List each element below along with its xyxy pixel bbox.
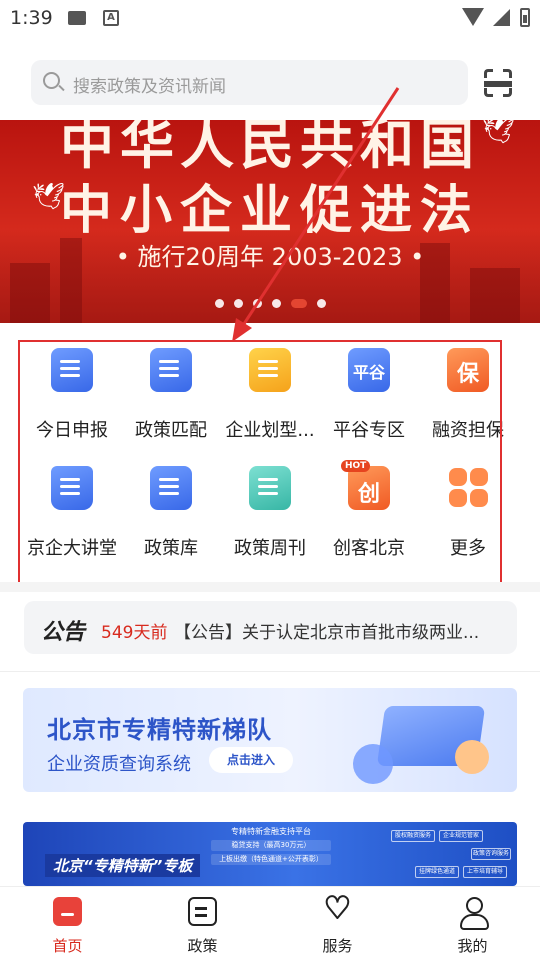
grid-item-enterprise-classify[interactable]: 企业划型... xyxy=(220,342,320,460)
search-placeholder: 搜索政策及资讯新闻 xyxy=(73,77,226,97)
status-bar: 1:39 A xyxy=(0,0,540,38)
grid-item-label: 京企大讲堂 xyxy=(27,538,117,559)
bookmark-document-icon xyxy=(249,466,291,510)
tab-policy[interactable]: 政策 xyxy=(135,887,270,961)
divider xyxy=(0,671,540,672)
wifi-icon xyxy=(462,8,484,26)
tab-label: 政策 xyxy=(187,937,218,955)
announcement-text: 【公告】关于认定北京市首批市级两业... xyxy=(174,623,480,643)
banner2-title: 北京“专精特新”专板 xyxy=(45,854,201,877)
book-icon xyxy=(51,466,93,510)
announcement-bar[interactable]: 公告 549天前 【公告】关于认定北京市首批市级两业... xyxy=(24,601,517,654)
grid-item-financing-guarantee[interactable]: 保 融资担保 xyxy=(418,342,518,460)
banner-carousel[interactable]: 🕊 🕊 中华人民共和国 中小企业促进法 • 施行20周年 2003-2023 • xyxy=(0,120,540,323)
banner2-chip: 挂牌绿色通道 xyxy=(415,866,459,878)
grid-item-policy-library[interactable]: 政策库 xyxy=(121,460,221,578)
announcement-tag: 公告 xyxy=(41,620,86,645)
banner2-center-title: 专精特新金融支持平台 xyxy=(231,827,311,836)
grid-item-label: 融资担保 xyxy=(432,420,504,441)
grid-more-icon xyxy=(447,466,489,510)
grid-item-policy-weekly[interactable]: 政策周刊 xyxy=(220,460,320,578)
search-input[interactable]: 搜索政策及资讯新闻 xyxy=(31,60,468,105)
home-icon xyxy=(53,897,82,926)
tab-label: 服务 xyxy=(322,937,353,955)
signal-icon xyxy=(493,9,510,26)
document-star-icon xyxy=(150,466,192,510)
scan-icon xyxy=(484,69,493,78)
bottom-tab-bar: 首页 政策 服务 我的 xyxy=(0,886,540,960)
announcement-age: 549天前 xyxy=(101,623,168,643)
service-heart-icon xyxy=(323,891,352,926)
grid-item-maker-beijing[interactable]: 创 HOT 创客北京 xyxy=(319,460,419,578)
guarantee-shield-icon: 保 xyxy=(447,348,489,392)
promo-title: 北京市专精特新梯队 xyxy=(47,716,272,744)
quick-access-grid: 今日申报 政策匹配 企业划型... 平谷 平谷专区 保 融资担保 京企大讲堂 政… xyxy=(22,342,518,582)
carousel-dot-active[interactable] xyxy=(290,299,307,308)
specialized-board-banner[interactable]: 专精特新金融支持平台 稳贷支持（最高30万元） 上板出缴（特色通道+公开表彰） … xyxy=(23,822,517,886)
carousel-dot[interactable] xyxy=(316,299,326,308)
keyboard-notification-icon: A xyxy=(103,10,119,26)
carousel-dot[interactable] xyxy=(271,299,281,308)
banner2-chip: 上市培育辅导 xyxy=(463,866,507,878)
promo-enter-button[interactable]: 点击进入 xyxy=(209,747,293,773)
banner2-chip: 政策咨询服务 xyxy=(471,848,511,860)
grid-item-today-declare[interactable]: 今日申报 xyxy=(22,342,122,460)
grid-item-policy-match[interactable]: 政策匹配 xyxy=(121,342,221,460)
chuang-hot-icon: 创 xyxy=(348,466,390,510)
promo-subtitle: 企业资质查询系统 xyxy=(47,754,191,775)
upload-document-icon xyxy=(51,348,93,392)
scan-button[interactable] xyxy=(484,69,512,97)
banner2-chip: 企业规范管家 xyxy=(439,830,483,842)
grid-item-label: 平谷专区 xyxy=(333,420,405,441)
grid-item-label: 创客北京 xyxy=(333,538,405,559)
banner2-center-line2: 上板出缴（特色通道+公开表彰） xyxy=(211,854,331,865)
carousel-dot[interactable] xyxy=(252,299,262,308)
tab-home[interactable]: 首页 xyxy=(0,887,135,961)
carousel-dot[interactable] xyxy=(214,299,224,308)
tab-label: 首页 xyxy=(52,937,83,955)
search-icon xyxy=(43,72,60,89)
promo-illustration xyxy=(353,700,503,784)
grid-item-label: 政策周刊 xyxy=(234,538,306,559)
grid-item-label: 企业划型... xyxy=(225,420,315,441)
banner-subtitle: • 施行20周年 2003-2023 • xyxy=(115,243,425,271)
carousel-indicator xyxy=(0,299,540,308)
pinggu-location-icon: 平谷 xyxy=(348,348,390,392)
open-book-icon xyxy=(150,348,192,392)
grid-item-more[interactable]: 更多 xyxy=(418,460,518,578)
grid-item-label: 政策匹配 xyxy=(135,420,207,441)
banner2-center-line1: 稳贷支持（最高30万元） xyxy=(211,840,331,851)
tab-label: 我的 xyxy=(457,937,488,955)
tab-mine[interactable]: 我的 xyxy=(405,887,540,961)
grid-item-label: 政策库 xyxy=(144,538,198,559)
status-time: 1:39 xyxy=(10,7,53,29)
banner2-chip: 股权融资服务 xyxy=(391,830,435,842)
grid-item-lecture-hall[interactable]: 京企大讲堂 xyxy=(22,460,122,578)
grid-item-label: 今日申报 xyxy=(36,420,108,441)
banner-title-line2: 中小企业促进法 xyxy=(59,181,480,241)
grid-item-label: 更多 xyxy=(450,538,486,559)
carousel-dot[interactable] xyxy=(233,299,243,308)
tab-service[interactable]: 服务 xyxy=(270,887,405,961)
battery-icon xyxy=(520,8,530,27)
section-separator xyxy=(0,582,540,592)
hot-badge: HOT xyxy=(341,460,371,472)
profile-icon xyxy=(458,897,489,930)
specialized-ladder-promo[interactable]: 北京市专精特新梯队 企业资质查询系统 点击进入 xyxy=(23,688,517,792)
policy-icon xyxy=(188,897,217,926)
grid-item-pinggu-zone[interactable]: 平谷 平谷专区 xyxy=(319,342,419,460)
document-check-icon xyxy=(249,348,291,392)
image-notification-icon xyxy=(68,11,86,25)
search-header: 搜索政策及资讯新闻 xyxy=(0,38,540,120)
